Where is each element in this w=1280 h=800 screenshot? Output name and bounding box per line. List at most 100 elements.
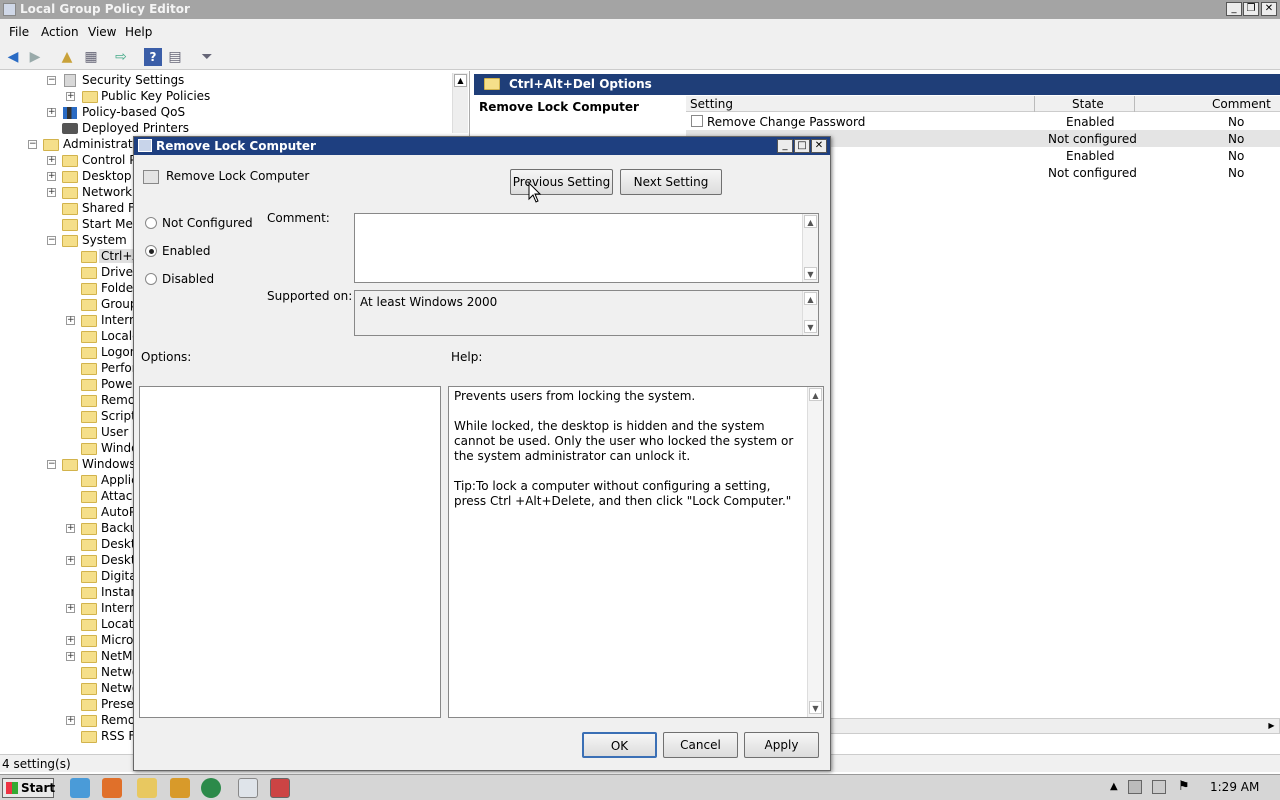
expand-icon[interactable]: + [47, 156, 56, 165]
radio-disabled[interactable] [145, 273, 157, 285]
internet-explorer-icon[interactable] [70, 778, 90, 798]
folder-icon [82, 91, 98, 103]
collapse-icon[interactable]: − [47, 460, 56, 469]
dialog-title: Remove Lock Computer [156, 139, 316, 153]
row-comment: No [1228, 132, 1245, 146]
media-player-icon[interactable] [170, 778, 190, 798]
options-label: Options: [141, 350, 192, 364]
export-list-icon[interactable]: ⇨ [112, 48, 130, 66]
radio-not-configured[interactable] [145, 217, 157, 229]
tree-scrollbar[interactable]: ▲ [452, 73, 468, 133]
menu-action[interactable]: Action [41, 25, 79, 39]
close-button[interactable]: ✕ [1261, 2, 1277, 16]
collapse-icon[interactable]: − [47, 76, 56, 85]
menu-view[interactable]: View [88, 25, 116, 39]
scroll-down-icon[interactable]: ▼ [804, 267, 817, 280]
dialog-maximize-button[interactable]: □ [794, 139, 810, 153]
collapse-icon[interactable]: − [28, 140, 37, 149]
restore-button[interactable]: ❐ [1243, 2, 1259, 16]
cancel-button[interactable]: Cancel [663, 732, 738, 758]
column-state[interactable]: State [1072, 97, 1104, 111]
expand-icon[interactable]: + [66, 92, 75, 101]
up-folder-icon[interactable]: ▲ [58, 48, 76, 66]
expand-icon[interactable]: + [66, 604, 75, 613]
folder-icon [81, 267, 97, 279]
expand-icon[interactable]: + [47, 188, 56, 197]
network-icon[interactable] [1128, 780, 1142, 794]
column-divider[interactable] [1034, 96, 1035, 112]
explorer-icon[interactable] [137, 778, 157, 798]
radio-enabled[interactable] [145, 245, 157, 257]
volume-muted-icon[interactable] [1152, 780, 1166, 794]
scroll-up-icon[interactable]: ▲ [454, 74, 467, 87]
scroll-down-icon[interactable]: ▼ [809, 701, 822, 714]
comment-scrollbar[interactable]: ▲ ▼ [802, 214, 818, 282]
expand-icon[interactable]: + [66, 652, 75, 661]
expand-icon[interactable]: + [66, 316, 75, 325]
scroll-down-icon[interactable]: ▼ [804, 320, 817, 333]
supported-scrollbar[interactable]: ▲ ▼ [802, 291, 818, 335]
folder-icon [81, 539, 97, 551]
help-scrollbar[interactable]: ▲ ▼ [807, 387, 823, 717]
menu-file[interactable]: File [9, 25, 29, 39]
expand-icon[interactable]: + [47, 172, 56, 181]
dialog-titlebar[interactable]: Remove Lock Computer _ □ ✕ [134, 137, 830, 155]
dialog-minimize-button[interactable]: _ [777, 139, 793, 153]
folder-icon [81, 315, 97, 327]
folder-icon [62, 219, 78, 231]
folder-icon [81, 379, 97, 391]
radio-enabled-label[interactable]: Enabled [162, 244, 211, 258]
column-setting[interactable]: Setting [690, 97, 733, 111]
start-button[interactable]: Start [2, 778, 55, 798]
expand-icon[interactable]: + [66, 716, 75, 725]
radio-not-configured-label[interactable]: Not Configured [162, 216, 253, 230]
dialog-close-button[interactable]: ✕ [811, 139, 827, 153]
column-comment[interactable]: Comment [1212, 97, 1271, 111]
column-divider[interactable] [1134, 96, 1135, 112]
folder-icon [81, 331, 97, 343]
group-policy-taskbar-icon[interactable] [270, 778, 290, 798]
scroll-up-icon[interactable]: ▲ [809, 388, 822, 401]
menu-help[interactable]: Help [125, 25, 152, 39]
comment-label: Comment: [267, 211, 330, 225]
firefox-icon[interactable] [102, 778, 122, 798]
back-arrow-icon[interactable]: ◀ [4, 48, 22, 66]
filter-icon[interactable]: ⏷ [198, 48, 216, 66]
security-settings-icon [64, 74, 76, 87]
tree-node-label: Security Settings [82, 73, 185, 87]
horizontal-scrollbar[interactable]: ▶ [830, 718, 1280, 734]
folder-icon [81, 651, 97, 663]
expand-icon[interactable]: + [66, 556, 75, 565]
scroll-up-icon[interactable]: ▲ [804, 215, 817, 228]
properties-icon[interactable]: ▤ [166, 48, 184, 66]
help-icon[interactable]: ? [144, 48, 162, 66]
action-center-flag-icon[interactable]: ⚑ [1178, 779, 1190, 794]
forward-arrow-icon[interactable]: ▶ [26, 48, 44, 66]
clock[interactable]: 1:29 AM [1210, 780, 1259, 794]
radio-disabled-label[interactable]: Disabled [162, 272, 214, 286]
folder-icon [81, 427, 97, 439]
folder-icon [81, 731, 97, 743]
folder-icon [81, 683, 97, 695]
next-setting-button[interactable]: Next Setting [620, 169, 722, 195]
app-icon[interactable] [201, 778, 221, 798]
table-row[interactable]: Remove Change Password Enabled No [686, 113, 1280, 130]
expand-icon[interactable]: + [66, 524, 75, 533]
scroll-right-icon[interactable]: ▶ [1265, 720, 1278, 732]
folder-icon [62, 187, 78, 199]
comment-field[interactable]: ▲ ▼ [354, 213, 819, 283]
apply-button[interactable]: Apply [744, 732, 819, 758]
minimize-button[interactable]: _ [1226, 2, 1242, 16]
show-hide-tree-icon[interactable]: ▦ [82, 48, 100, 66]
show-hidden-icons-icon[interactable]: ▲ [1110, 781, 1118, 792]
notepad-icon[interactable] [238, 778, 258, 798]
scroll-up-icon[interactable]: ▲ [804, 292, 817, 305]
previous-setting-button[interactable]: Previous Setting [510, 169, 613, 195]
expand-icon[interactable]: + [66, 636, 75, 645]
ok-button[interactable]: OK [582, 732, 657, 758]
collapse-icon[interactable]: − [47, 236, 56, 245]
window-titlebar[interactable]: Local Group Policy Editor _ ❐ ✕ [0, 0, 1280, 19]
expand-icon[interactable]: + [47, 108, 56, 117]
folder-icon [81, 395, 97, 407]
menu-bar: File Action View Help [0, 19, 1280, 44]
